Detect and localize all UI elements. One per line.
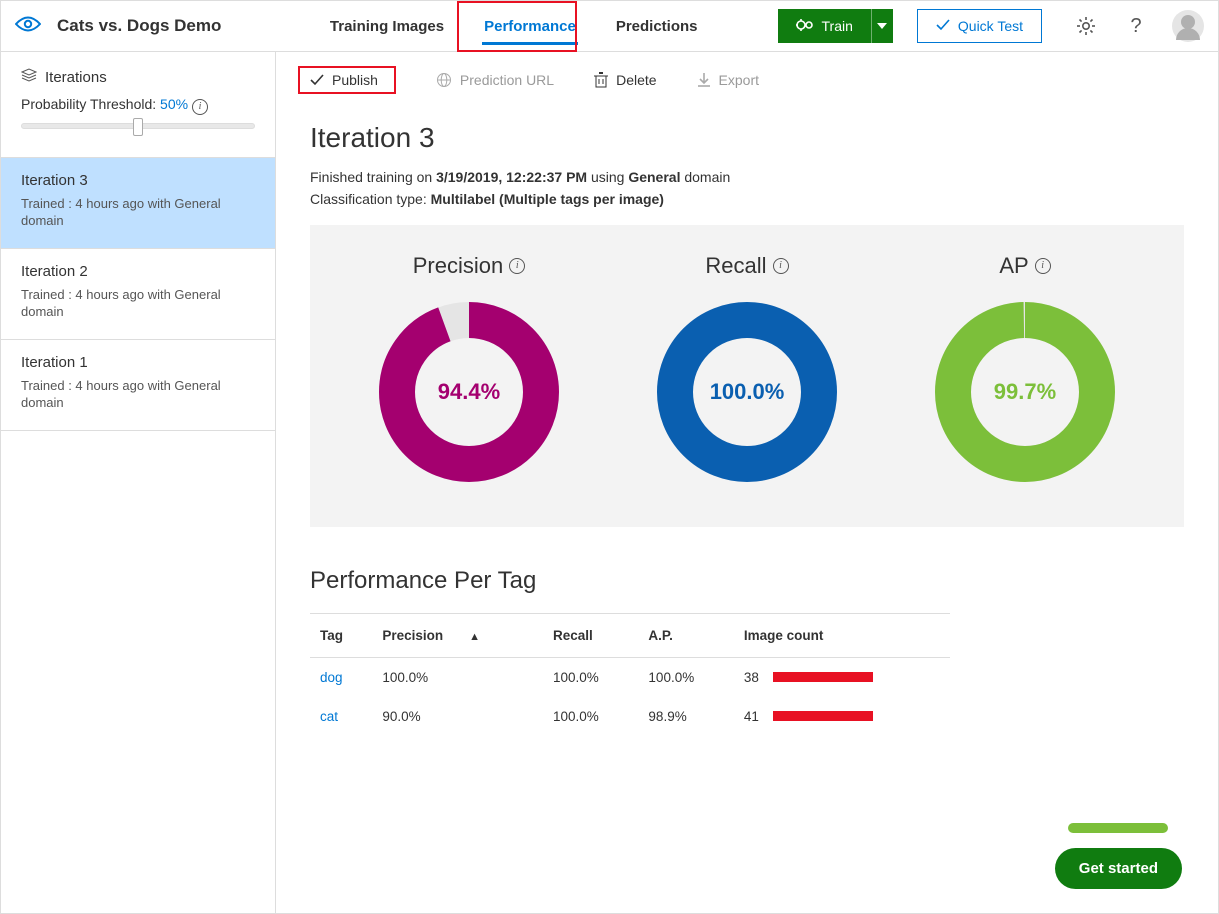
cell-precision: 90.0% xyxy=(372,697,543,736)
help-icon[interactable]: ? xyxy=(1122,12,1150,40)
iterations-header: Iterations xyxy=(1,52,275,96)
ap-label: AP xyxy=(999,253,1028,279)
iteration-title: Iteration 3 xyxy=(21,172,255,189)
recall-donut: 100.0% xyxy=(652,297,842,487)
prediction-url-label: Prediction URL xyxy=(460,72,554,88)
iteration-title: Iteration 2 xyxy=(21,263,255,280)
th-ap[interactable]: A.P. xyxy=(638,613,733,657)
iteration-meta: Finished training on 3/19/2019, 12:22:37… xyxy=(276,166,1218,225)
globe-icon xyxy=(436,72,452,88)
train-label: Train xyxy=(822,18,853,34)
precision-label: Precision xyxy=(413,253,503,279)
ap-value: 99.7% xyxy=(930,297,1120,487)
user-avatar[interactable] xyxy=(1172,10,1204,42)
gears-icon xyxy=(796,18,814,35)
tag-link[interactable]: cat xyxy=(320,709,338,724)
threshold-control: Probability Threshold: 50% i xyxy=(1,96,275,157)
iteration-item[interactable]: Iteration 2 Trained : 4 hours ago with Ge… xyxy=(1,249,275,340)
settings-icon[interactable] xyxy=(1072,12,1100,40)
cell-recall: 100.0% xyxy=(543,657,638,697)
iteration-title: Iteration 1 xyxy=(21,354,255,371)
quick-test-button[interactable]: Quick Test xyxy=(917,9,1042,43)
export-button: Export xyxy=(697,72,759,88)
ap-metric: AP i 99.7% xyxy=(930,253,1120,487)
check-icon xyxy=(936,18,950,34)
iteration-sub: Trained : 4 hours ago with General domai… xyxy=(21,377,255,412)
tab-training-images[interactable]: Training Images xyxy=(310,1,464,51)
th-count[interactable]: Image count xyxy=(734,613,950,657)
perf-table: Tag Precision▲ Recall A.P. Image count d… xyxy=(310,613,950,736)
threshold-label: Probability Threshold: xyxy=(21,96,156,112)
count-bar xyxy=(773,672,873,682)
delete-label: Delete xyxy=(616,72,656,88)
precision-metric: Precision i 94.4% xyxy=(374,253,564,487)
prediction-url-button: Prediction URL xyxy=(436,72,554,88)
sidebar: Iterations Probability Threshold: 50% i … xyxy=(1,52,276,913)
count-bar xyxy=(773,711,873,721)
page-heading: Iteration 3 xyxy=(276,104,1218,166)
fab-decoration xyxy=(1068,823,1168,833)
top-nav: Cats vs. Dogs Demo Training Images Perfo… xyxy=(1,1,1218,52)
download-icon xyxy=(697,72,711,88)
th-tag[interactable]: Tag xyxy=(310,613,372,657)
cell-ap: 98.9% xyxy=(638,697,733,736)
info-icon[interactable]: i xyxy=(1035,258,1051,274)
project-title: Cats vs. Dogs Demo xyxy=(57,16,221,36)
iteration-sub: Trained : 4 hours ago with General domai… xyxy=(21,286,255,321)
train-button[interactable]: Train xyxy=(778,9,893,43)
iterations-label: Iterations xyxy=(45,69,107,86)
threshold-value: 50% xyxy=(160,96,188,112)
cell-count: 41 xyxy=(744,709,759,724)
threshold-slider[interactable] xyxy=(21,123,255,129)
vision-logo-icon xyxy=(15,15,41,38)
precision-donut: 94.4% xyxy=(374,297,564,487)
cell-count: 38 xyxy=(744,670,759,685)
iteration-item[interactable]: Iteration 1 Trained : 4 hours ago with Ge… xyxy=(1,340,275,431)
cell-recall: 100.0% xyxy=(543,697,638,736)
tab-predictions[interactable]: Predictions xyxy=(596,1,718,51)
train-dropdown[interactable] xyxy=(871,9,893,43)
action-bar: Publish Prediction URL Delete Export xyxy=(276,52,1218,104)
export-label: Export xyxy=(719,72,759,88)
recall-value: 100.0% xyxy=(652,297,842,487)
sort-asc-icon: ▲ xyxy=(469,631,480,643)
precision-value: 94.4% xyxy=(374,297,564,487)
iteration-item[interactable]: Iteration 3 Trained : 4 hours ago with Ge… xyxy=(1,157,275,249)
info-icon[interactable]: i xyxy=(509,258,525,274)
table-row: dog 100.0% 100.0% 100.0% 38 xyxy=(310,657,950,697)
get-started-button[interactable]: Get started xyxy=(1055,848,1182,889)
layers-icon xyxy=(21,68,37,86)
trash-icon xyxy=(594,72,608,88)
iteration-sub: Trained : 4 hours ago with General domai… xyxy=(21,195,255,230)
delete-button[interactable]: Delete xyxy=(594,72,656,88)
publish-label: Publish xyxy=(332,72,378,88)
check-icon xyxy=(310,74,324,86)
table-row: cat 90.0% 100.0% 98.9% 41 xyxy=(310,697,950,736)
th-precision[interactable]: Precision▲ xyxy=(372,613,543,657)
info-icon[interactable]: i xyxy=(192,99,208,115)
tag-link[interactable]: dog xyxy=(320,670,343,685)
recall-label: Recall xyxy=(705,253,766,279)
tab-performance[interactable]: Performance xyxy=(464,1,596,51)
main-content: Publish Prediction URL Delete Export Ite… xyxy=(276,52,1218,913)
ap-donut: 99.7% xyxy=(930,297,1120,487)
th-recall[interactable]: Recall xyxy=(543,613,638,657)
cell-ap: 100.0% xyxy=(638,657,733,697)
nav-tabs: Training Images Performance Predictions xyxy=(310,1,718,51)
perf-per-tag-heading: Performance Per Tag xyxy=(276,527,1218,613)
quick-test-label: Quick Test xyxy=(958,18,1023,34)
metrics-panel: Precisioni 94.4% Recalli 100.0% APi 99.7… xyxy=(310,225,1184,527)
publish-button[interactable]: Publish xyxy=(298,66,396,94)
info-icon[interactable]: i xyxy=(773,258,789,274)
cell-precision: 100.0% xyxy=(372,657,543,697)
recall-metric: Recalli 100.0% xyxy=(652,253,842,487)
